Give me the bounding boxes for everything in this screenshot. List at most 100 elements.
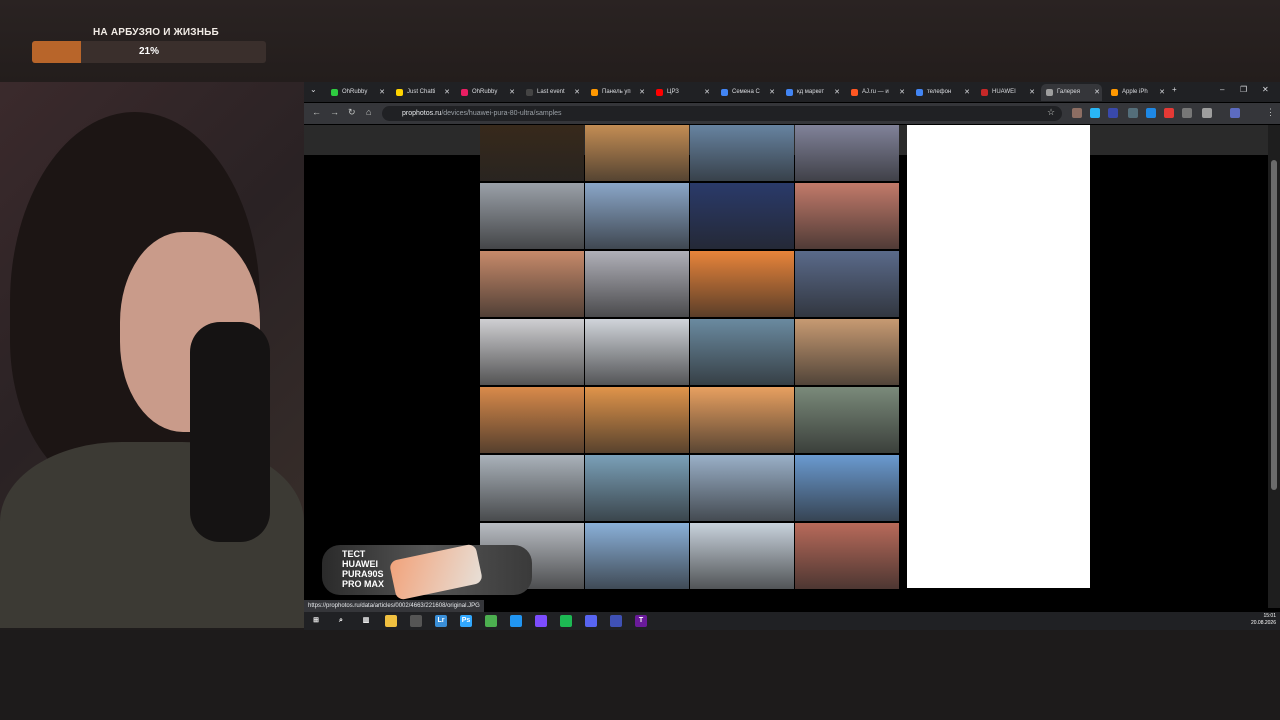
gallery-photo[interactable]	[480, 455, 584, 521]
spotify-icon[interactable]	[560, 615, 572, 627]
gallery-photo[interactable]	[585, 455, 689, 521]
page-scrollbar[interactable]	[1268, 125, 1280, 608]
tab-close-icon[interactable]: ✕	[639, 84, 645, 101]
gallery-photo[interactable]	[480, 125, 584, 181]
address-bar[interactable]: prophotos.ru/devices/huawei-pura-80-ultr…	[382, 106, 1062, 121]
browser-tab[interactable]: AJ.ru — и ✕	[846, 84, 907, 101]
browser-tab[interactable]: Last event ✕	[521, 84, 582, 101]
search-icon[interactable]: ⌕	[335, 615, 347, 627]
file-explorer-icon[interactable]	[385, 615, 397, 627]
tab-close-icon[interactable]: ✕	[899, 84, 905, 101]
tab-label: ЦРЗ	[667, 89, 679, 95]
browser-tab[interactable]: Панель уп ✕	[586, 84, 647, 101]
gallery-photo[interactable]	[690, 523, 794, 589]
browser-tab[interactable]: Apple iPh ✕	[1106, 84, 1167, 101]
menu-icon[interactable]: ⋮	[1266, 107, 1275, 118]
browser-tab[interactable]: OhRubby ✕	[326, 84, 387, 101]
lightroom-icon[interactable]: Lr	[435, 615, 447, 627]
restore-icon[interactable]: ❐	[1240, 85, 1247, 94]
tab-close-icon[interactable]: ✕	[1029, 84, 1035, 101]
gallery-photo[interactable]	[795, 319, 899, 385]
app-grid-icon[interactable]	[535, 615, 547, 627]
stats-icon[interactable]	[610, 615, 622, 627]
tab-close-icon[interactable]: ✕	[1094, 84, 1100, 101]
home-icon[interactable]: ⌂	[366, 107, 371, 117]
chrome-icon[interactable]	[485, 615, 497, 627]
extension-icon[interactable]	[1182, 108, 1192, 118]
browser-tab[interactable]: телефон ✕	[911, 84, 972, 101]
scrollbar-thumb[interactable]	[1271, 160, 1277, 490]
minimize-icon[interactable]: –	[1220, 85, 1224, 94]
tab-close-icon[interactable]: ✕	[444, 84, 450, 101]
system-clock[interactable]: 15:01 20.08.2026	[1251, 613, 1276, 627]
close-window-icon[interactable]: ✕	[1262, 85, 1269, 94]
extension-icon[interactable]	[1164, 108, 1174, 118]
forward-icon[interactable]: →	[330, 107, 339, 117]
photoshop-icon[interactable]: Ps	[460, 615, 472, 627]
extension-icon[interactable]	[1146, 108, 1156, 118]
browser-tab[interactable]: Семена С ✕	[716, 84, 777, 101]
goal-progress-bar: 21%	[32, 41, 266, 63]
tab-close-icon[interactable]: ✕	[509, 84, 515, 101]
gallery-photo[interactable]	[690, 183, 794, 249]
tab-search-icon[interactable]: ⌄	[310, 85, 317, 94]
gallery-photo[interactable]	[795, 251, 899, 317]
white-side-panel	[907, 125, 1090, 588]
tab-label: AJ.ru — и	[862, 89, 889, 95]
extension-icon[interactable]	[1090, 108, 1100, 118]
browser-tab[interactable]: OhRubby ✕	[456, 84, 517, 101]
tab-close-icon[interactable]: ✕	[574, 84, 580, 101]
gallery-photo[interactable]	[585, 251, 689, 317]
url-path: /devices/huawei-pura-80-ultra/samples	[441, 110, 562, 117]
gallery-photo[interactable]	[795, 523, 899, 589]
browser-icon[interactable]	[510, 615, 522, 627]
gallery-photo[interactable]	[585, 125, 689, 181]
reload-icon[interactable]: ↻	[348, 107, 356, 118]
status-link-preview: https://prophotos.ru/data/articles/0002/…	[304, 600, 484, 612]
tab-close-icon[interactable]: ✕	[834, 84, 840, 101]
typora-icon[interactable]: T	[635, 615, 647, 627]
browser-tab[interactable]: Just Chatti ✕	[391, 84, 452, 101]
extension-icon[interactable]	[1128, 108, 1138, 118]
browser-tab[interactable]: Галерея ✕	[1041, 84, 1102, 101]
tab-label: Семена С	[732, 89, 760, 95]
tab-close-icon[interactable]: ✕	[964, 84, 970, 101]
profile-icon[interactable]	[1230, 108, 1240, 118]
extensions-puzzle-icon[interactable]	[1202, 108, 1212, 118]
browser-tab[interactable]: HUAWEI ✕	[976, 84, 1037, 101]
back-icon[interactable]: ←	[312, 107, 321, 117]
discord-icon[interactable]	[585, 615, 597, 627]
tab-close-icon[interactable]: ✕	[704, 84, 710, 101]
gallery-photo[interactable]	[690, 387, 794, 453]
extension-icon[interactable]	[1072, 108, 1082, 118]
tab-close-icon[interactable]: ✕	[379, 84, 385, 101]
browser-window: ⌄ OhRubby ✕ Just Chatti ✕ OhRubby ✕ Last event…	[304, 82, 1280, 612]
tab-favicon-icon	[981, 89, 988, 96]
gallery-photo[interactable]	[585, 523, 689, 589]
gallery-photo[interactable]	[480, 251, 584, 317]
tab-close-icon[interactable]: ✕	[769, 84, 775, 101]
task-view-icon[interactable]: ▥	[360, 615, 372, 627]
obs-icon[interactable]	[410, 615, 422, 627]
gallery-photo[interactable]	[480, 319, 584, 385]
browser-tab[interactable]: кд маркет ✕	[781, 84, 842, 101]
gallery-photo[interactable]	[690, 319, 794, 385]
windows-start-icon[interactable]: ⊞	[310, 615, 322, 627]
gallery-photo[interactable]	[585, 183, 689, 249]
bookmark-star-icon[interactable]: ☆	[1047, 107, 1055, 118]
tab-close-icon[interactable]: ✕	[1159, 84, 1165, 101]
new-tab-button[interactable]: +	[1172, 85, 1177, 94]
gallery-photo[interactable]	[795, 455, 899, 521]
gallery-photo[interactable]	[690, 455, 794, 521]
gallery-photo[interactable]	[480, 387, 584, 453]
gallery-photo[interactable]	[690, 251, 794, 317]
gallery-photo[interactable]	[585, 319, 689, 385]
extension-icon[interactable]	[1108, 108, 1118, 118]
gallery-photo[interactable]	[795, 387, 899, 453]
gallery-photo[interactable]	[690, 125, 794, 181]
gallery-photo[interactable]	[480, 183, 584, 249]
gallery-photo[interactable]	[795, 125, 899, 181]
gallery-photo[interactable]	[585, 387, 689, 453]
gallery-photo[interactable]	[795, 183, 899, 249]
browser-tab[interactable]: ЦРЗ ✕	[651, 84, 712, 101]
